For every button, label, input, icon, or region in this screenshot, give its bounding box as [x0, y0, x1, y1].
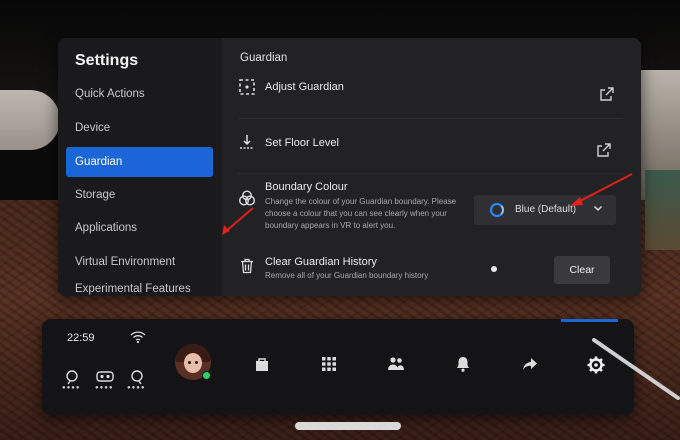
battery-dots: ●●●● [95, 385, 114, 391]
sidebar-item-virtual-environment[interactable]: Virtual Environment [66, 247, 213, 277]
avatar-eye [195, 361, 198, 364]
boundary-colour-icon [238, 190, 256, 206]
trash-icon [241, 258, 253, 274]
online-status-icon [202, 371, 211, 380]
guardian-content: Guardian Adjust Guardian Set Floor Level [222, 38, 641, 296]
sidebar-item-applications[interactable]: Applications [66, 213, 213, 243]
battery-dots: ●●●● [62, 385, 81, 391]
wifi-icon [130, 331, 146, 344]
sidebar-item-experimental-features[interactable]: Experimental Features [66, 282, 213, 296]
sidebar-item-device[interactable]: Device [66, 113, 213, 143]
settings-panel: Settings Quick Actions Device Guardian S… [58, 38, 641, 296]
headset-icon [96, 371, 114, 382]
boundary-colour-description: Change the colour of your Guardian bound… [265, 197, 457, 230]
environment-shelf [645, 170, 680, 250]
clear-history-button[interactable]: Clear [554, 256, 610, 284]
chevron-down-icon [593, 205, 603, 212]
floor-level-icon [240, 135, 254, 149]
settings-sidebar: Settings Quick Actions Device Guardian S… [58, 38, 222, 296]
left-controller-icon [66, 370, 78, 385]
people-icon[interactable] [387, 355, 405, 373]
adjust-guardian-label: Adjust Guardian [265, 81, 344, 93]
universal-menu-dock: 22:59 ●●●● ●●●● ●●●● [42, 319, 634, 415]
boundary-colour-label: Boundary Colour [265, 181, 348, 193]
blue-colour-swatch-icon [490, 203, 504, 217]
share-icon[interactable] [521, 355, 539, 373]
avatar-face [184, 353, 202, 373]
sidebar-item-guardian[interactable]: Guardian [66, 147, 213, 177]
settings-gear-icon[interactable] [586, 355, 606, 375]
boundary-colour-dropdown[interactable]: Blue (Default) [474, 195, 616, 225]
boundary-colour-selected: Blue (Default) [515, 204, 577, 215]
divider [238, 118, 623, 119]
home-indicator [295, 422, 401, 430]
divider [238, 173, 623, 174]
dock-active-indicator [561, 319, 618, 322]
right-controller-icon [131, 370, 143, 385]
settings-title: Settings [75, 52, 139, 69]
status-dot [491, 266, 497, 272]
sidebar-item-quick-actions[interactable]: Quick Actions [66, 79, 213, 109]
environment-lamp [0, 90, 60, 150]
apps-grid-icon[interactable] [320, 355, 338, 373]
clock: 22:59 [67, 332, 95, 344]
external-link-icon[interactable] [596, 142, 612, 158]
sidebar-item-storage[interactable]: Storage [66, 180, 213, 210]
notifications-icon[interactable] [454, 355, 472, 373]
external-link-icon[interactable] [599, 86, 615, 102]
adjust-guardian-icon [239, 79, 255, 95]
set-floor-level-row[interactable]: Set Floor Level [238, 133, 630, 157]
store-icon[interactable] [253, 355, 271, 373]
adjust-guardian-row[interactable]: Adjust Guardian [238, 78, 630, 102]
avatar-eye [188, 361, 191, 364]
battery-dots: ●●●● [127, 385, 146, 391]
clear-history-description: Remove all of your Guardian boundary his… [265, 271, 429, 280]
set-floor-level-label: Set Floor Level [265, 137, 339, 149]
section-title: Guardian [240, 52, 288, 64]
clear-history-label: Clear Guardian History [265, 256, 377, 268]
